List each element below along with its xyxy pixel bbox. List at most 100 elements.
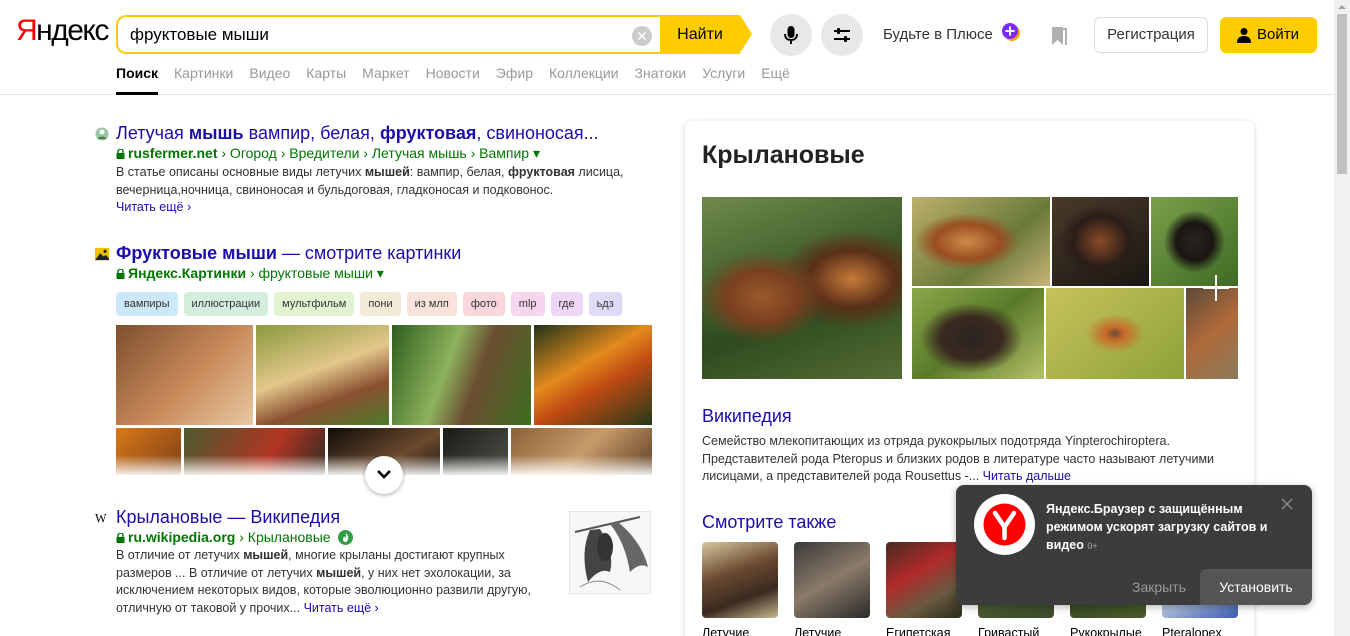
panel-image[interactable] (1046, 288, 1184, 379)
result-url-path: › Огород › Вредители › Летучая мышь › Ва… (217, 145, 541, 161)
see-also-label: Рукокрылые (1070, 626, 1142, 636)
see-also-label: Летучие (702, 626, 750, 636)
yandex-browser-icon (983, 503, 1026, 546)
snippet-part: отличную от таковой у прочих... (116, 600, 301, 615)
user-icon (1237, 28, 1251, 43)
page-scrollbar[interactable] (1334, 0, 1350, 636)
search-settings-button[interactable] (821, 14, 863, 56)
wikipedia-link[interactable]: Википедия (702, 406, 792, 427)
nav-tab-images[interactable]: Картинки (174, 65, 233, 95)
panel-main-image[interactable] (702, 197, 902, 379)
panel-image[interactable] (1186, 288, 1238, 379)
popup-dismiss-button[interactable]: Закрыть (1132, 579, 1186, 595)
related-query-chip[interactable]: мультфильм (274, 292, 355, 316)
snippet-highlight: мышей (243, 548, 289, 562)
related-query-chip[interactable]: mlp (510, 292, 545, 316)
plus-badge-icon[interactable] (1001, 22, 1021, 42)
close-icon[interactable] (1280, 497, 1294, 511)
nav-tab-search[interactable]: Поиск (116, 65, 159, 95)
related-chips: вампиры иллюстрации мультфильм пони из млп фо… (116, 292, 628, 316)
title-highlight: Фруктовые мыши (116, 243, 277, 263)
search-box: ✕ (116, 15, 661, 54)
bookmark-icon[interactable] (1049, 26, 1069, 46)
related-query-chip[interactable]: иллюстрации (183, 292, 269, 316)
see-also-image (702, 542, 778, 618)
result-url[interactable]: rusfermer.net › Огород › Вредители › Лет… (116, 145, 540, 162)
read-more-link[interactable]: Читать ещё › (116, 200, 191, 214)
yandex-logo[interactable]: Яндекс (16, 14, 109, 48)
result-url[interactable]: ru.wikipedia.org › Крылановые (116, 529, 354, 545)
login-button[interactable]: Войти (1220, 17, 1317, 53)
yandex-search-page: Яндекс ✕ Найти Будьте в Плюс (0, 0, 1350, 636)
crosshair-cursor-icon (1203, 275, 1229, 301)
snippet-highlight: мышей (316, 565, 362, 580)
find-button[interactable]: Найти (660, 15, 740, 54)
result-title-link[interactable]: Фруктовые мыши — смотрите картинки (116, 243, 461, 264)
title-highlight: мышь (188, 123, 244, 143)
image-thumbnail[interactable] (392, 325, 531, 425)
lock-icon (116, 149, 125, 159)
see-also-card[interactable]: Летучие (794, 542, 870, 636)
image-thumbnail[interactable] (116, 325, 253, 425)
image-thumbnail[interactable] (256, 325, 389, 425)
snippet-part: исключением некоторых видов, которые эво… (116, 583, 532, 597)
image-thumbnail[interactable] (534, 325, 652, 425)
related-query-chip[interactable]: пони (360, 292, 401, 316)
title-part: — смотрите картинки (276, 243, 462, 263)
search-result: Летучая мышь вампир, белая, фруктовая, с… (95, 123, 655, 218)
result-title-link[interactable]: Летучая мышь вампир, белая, фруктовая, с… (116, 123, 599, 144)
nav-tab-znatoki[interactable]: Знатоки (635, 65, 687, 95)
images-favicon-icon (95, 247, 109, 261)
snippet-part: вечерница,ночница, свиноносая и бульдого… (116, 182, 554, 197)
nav-tab-news[interactable]: Новости (426, 65, 480, 95)
title-part: Летучая (116, 123, 189, 143)
description-line: лисицами, а представителей рода Rousettu… (702, 469, 983, 483)
result-title-link[interactable]: Крылановые — Википедия (116, 507, 340, 528)
see-also-card[interactable]: Летучие (702, 542, 778, 636)
plus-promo-link[interactable]: Будьте в Плюсе (883, 26, 993, 43)
see-also-label: Летучие (794, 626, 842, 636)
popup-install-button[interactable]: Установить (1200, 569, 1312, 605)
nav-tab-efir[interactable]: Эфир (496, 65, 533, 95)
related-query-chip[interactable]: фото (462, 292, 505, 316)
result-snippet: В статье описаны основные виды летучих м… (116, 164, 656, 217)
title-part: вампир, белая, (243, 123, 380, 143)
read-more-link[interactable]: Читать ещё › (304, 601, 379, 615)
nav-tab-market[interactable]: Маркет (362, 65, 409, 95)
panel-image[interactable] (912, 197, 1050, 286)
logo-rest: ндекс (36, 14, 109, 47)
nav-tab-video[interactable]: Видео (249, 65, 290, 95)
clear-search-icon[interactable]: ✕ (632, 26, 652, 46)
nav-tab-services[interactable]: Услуги (702, 65, 745, 95)
result-url-host: Яндекс.Картинки (128, 265, 247, 281)
wikipedia-thumbnail[interactable] (569, 511, 651, 594)
panel-image[interactable] (1052, 197, 1149, 286)
related-query-chip[interactable]: ьдз (588, 292, 622, 316)
snippet-part: В отличие от летучих (116, 548, 244, 562)
panel-image[interactable] (1151, 197, 1238, 286)
scroll-up-arrow-icon[interactable] (1334, 0, 1350, 14)
related-query-chip[interactable]: вампиры (116, 292, 178, 316)
result-url[interactable]: Яндекс.Картинки › фруктовые мыши ▾ (116, 265, 384, 282)
description-line: Семейство млекопитающих из отряда рукокр… (702, 434, 1170, 448)
site-favicon-icon (95, 127, 109, 141)
panel-image[interactable] (912, 288, 1044, 379)
expand-images-button[interactable] (365, 456, 403, 494)
see-also-label: Pteralopex (1162, 626, 1222, 636)
nav-tab-collections[interactable]: Коллекции (549, 65, 619, 95)
nav-tab-more[interactable]: Ещё (761, 65, 790, 95)
read-further-link[interactable]: Читать дальше (983, 469, 1071, 483)
snippet-part: В статье описаны основные виды летучих (116, 165, 365, 179)
svg-text:W: W (95, 511, 107, 525)
register-button[interactable]: Регистрация (1094, 17, 1208, 53)
search-input[interactable] (130, 25, 620, 45)
related-query-chip[interactable]: где (550, 292, 583, 316)
nav-tab-maps[interactable]: Карты (306, 65, 346, 95)
flame-icon (338, 530, 354, 545)
voice-search-button[interactable] (770, 14, 812, 56)
related-query-chip[interactable]: из млп (406, 292, 457, 316)
see-also-card[interactable]: Египетская (886, 542, 962, 636)
scrollbar-thumb[interactable] (1337, 14, 1347, 174)
search-form: ✕ Найти (116, 15, 752, 54)
yandex-browser-logo (974, 494, 1035, 555)
